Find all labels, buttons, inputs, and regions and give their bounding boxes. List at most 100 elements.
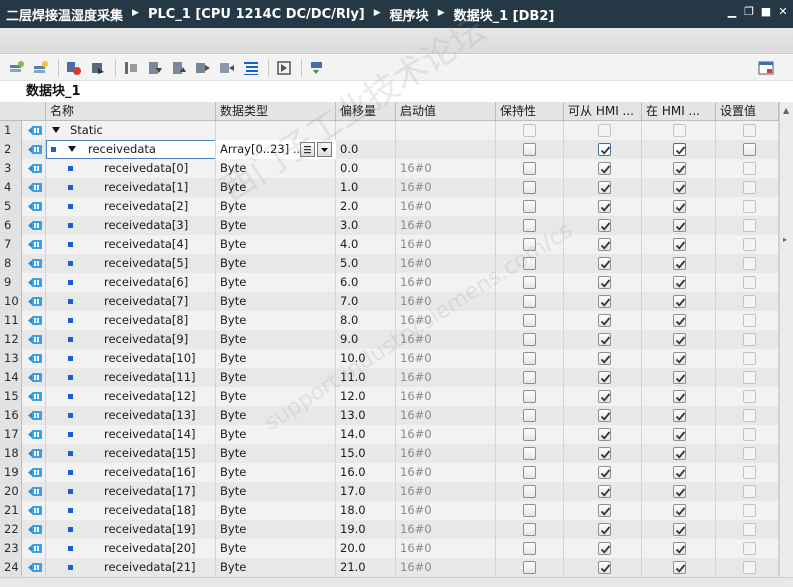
start-value-cell[interactable]: 16#0	[396, 349, 496, 368]
retain-checkbox[interactable]	[523, 276, 536, 289]
setpoint-checkbox[interactable]	[743, 333, 756, 346]
retain-checkbox[interactable]	[523, 124, 536, 137]
scroll-indicator-icon[interactable]: ▸	[783, 235, 787, 244]
start-value-cell[interactable]: 16#0	[396, 463, 496, 482]
setpoint-checkbox[interactable]	[743, 314, 756, 327]
name-cell[interactable]: receivedata[19]	[46, 520, 216, 539]
name-cell[interactable]: receivedata[14]	[46, 425, 216, 444]
retain-checkbox[interactable]	[523, 561, 536, 574]
hmi-visible-checkbox[interactable]	[673, 276, 686, 289]
breadcrumb-plc[interactable]: PLC_1 [CPU 1214C DC/DC/Rly]	[148, 7, 365, 22]
breadcrumb-program-blocks[interactable]: 程序块	[390, 5, 429, 24]
setpoint-checkbox[interactable]	[743, 295, 756, 308]
hmi-visible-checkbox[interactable]	[673, 390, 686, 403]
table-row[interactable]: 16 receivedata[13] Byte 13.0 16#0	[0, 406, 779, 425]
data-type-cell[interactable]: Byte	[216, 197, 336, 216]
hmi-visible-checkbox[interactable]	[673, 124, 686, 137]
table-row[interactable]: 22 receivedata[19] Byte 19.0 16#0	[0, 520, 779, 539]
hmi-visible-checkbox[interactable]	[673, 428, 686, 441]
setpoint-checkbox[interactable]	[743, 409, 756, 422]
retain-checkbox[interactable]	[523, 390, 536, 403]
retain-checkbox[interactable]	[523, 162, 536, 175]
hmi-access-checkbox[interactable]	[598, 523, 611, 536]
retain-checkbox[interactable]	[523, 295, 536, 308]
start-value-cell[interactable]: 16#0	[396, 292, 496, 311]
start-value-cell[interactable]: 16#0	[396, 330, 496, 349]
data-type-cell[interactable]: Byte	[216, 254, 336, 273]
retain-checkbox[interactable]	[523, 504, 536, 517]
hmi-access-checkbox[interactable]	[598, 561, 611, 574]
data-type-cell[interactable]: Byte	[216, 501, 336, 520]
hmi-access-checkbox[interactable]	[598, 257, 611, 270]
table-row[interactable]: 2 receivedata Array[0..23] ... 0.0	[0, 140, 779, 159]
setpoint-checkbox[interactable]	[743, 124, 756, 137]
hmi-access-checkbox[interactable]	[598, 466, 611, 479]
setpoint-checkbox[interactable]	[743, 523, 756, 536]
compile-icon[interactable]	[275, 59, 293, 77]
table-row[interactable]: 23 receivedata[20] Byte 20.0 16#0	[0, 539, 779, 558]
name-cell[interactable]: receivedata[7]	[46, 292, 216, 311]
hmi-access-checkbox[interactable]	[598, 504, 611, 517]
data-type-cell[interactable]: Byte	[216, 311, 336, 330]
minimize-icon[interactable]: ▁	[726, 6, 738, 18]
setpoint-checkbox[interactable]	[743, 200, 756, 213]
name-cell[interactable]: receivedata[2]	[46, 197, 216, 216]
data-type-cell[interactable]: Byte	[216, 406, 336, 425]
data-type-cell[interactable]: Byte	[216, 216, 336, 235]
hmi-visible-checkbox[interactable]	[673, 485, 686, 498]
reset-start-values-icon[interactable]	[170, 59, 188, 77]
hmi-visible-checkbox[interactable]	[673, 181, 686, 194]
hmi-access-checkbox[interactable]	[598, 143, 611, 156]
name-cell[interactable]: receivedata[1]	[46, 178, 216, 197]
name-cell[interactable]: receivedata[4]	[46, 235, 216, 254]
header-setpoint[interactable]: 设置值	[716, 102, 779, 121]
data-type-cell[interactable]: Byte	[216, 368, 336, 387]
name-cell[interactable]: receivedata[17]	[46, 482, 216, 501]
name-cell[interactable]: receivedata[6]	[46, 273, 216, 292]
name-cell[interactable]: receivedata[9]	[46, 330, 216, 349]
start-value-cell[interactable]: 16#0	[396, 254, 496, 273]
data-type-field[interactable]: Array[0..23] ...	[216, 140, 336, 159]
horizontal-scrollbar[interactable]	[0, 577, 793, 587]
start-value-cell[interactable]	[396, 140, 496, 159]
retain-checkbox[interactable]	[523, 219, 536, 232]
start-value-cell[interactable]	[396, 121, 496, 140]
restore-icon[interactable]: ❐	[743, 6, 755, 18]
hmi-access-checkbox[interactable]	[598, 352, 611, 365]
hmi-access-checkbox[interactable]	[598, 447, 611, 460]
retain-checkbox[interactable]	[523, 428, 536, 441]
header-visible-in-hmi[interactable]: 在 HMI ...	[642, 102, 716, 121]
hmi-access-checkbox[interactable]	[598, 219, 611, 232]
data-type-cell[interactable]: Byte	[216, 482, 336, 501]
start-value-cell[interactable]: 16#0	[396, 368, 496, 387]
setpoint-checkbox[interactable]	[743, 466, 756, 479]
start-value-cell[interactable]: 16#0	[396, 311, 496, 330]
table-row[interactable]: 19 receivedata[16] Byte 16.0 16#0	[0, 463, 779, 482]
retain-checkbox[interactable]	[523, 238, 536, 251]
monitor-icon[interactable]	[122, 59, 140, 77]
retain-checkbox[interactable]	[523, 333, 536, 346]
retain-checkbox[interactable]	[523, 447, 536, 460]
setpoint-checkbox[interactable]	[743, 485, 756, 498]
retain-checkbox[interactable]	[523, 485, 536, 498]
setpoint-checkbox[interactable]	[743, 143, 756, 156]
hmi-access-checkbox[interactable]	[598, 314, 611, 327]
name-cell[interactable]: receivedata[21]	[46, 558, 216, 577]
name-cell[interactable]: receivedata[15]	[46, 444, 216, 463]
load-start-values-icon[interactable]	[146, 59, 164, 77]
retain-checkbox[interactable]	[523, 143, 536, 156]
start-value-cell[interactable]: 16#0	[396, 387, 496, 406]
hmi-visible-checkbox[interactable]	[673, 143, 686, 156]
hmi-visible-checkbox[interactable]	[673, 542, 686, 555]
start-value-cell[interactable]: 16#0	[396, 178, 496, 197]
table-row[interactable]: 15 receivedata[12] Byte 12.0 16#0	[0, 387, 779, 406]
hmi-access-checkbox[interactable]	[598, 485, 611, 498]
hmi-visible-checkbox[interactable]	[673, 504, 686, 517]
data-type-cell[interactable]: Byte	[216, 463, 336, 482]
table-row[interactable]: 17 receivedata[14] Byte 14.0 16#0	[0, 425, 779, 444]
table-row[interactable]: 14 receivedata[11] Byte 11.0 16#0	[0, 368, 779, 387]
hmi-visible-checkbox[interactable]	[673, 295, 686, 308]
retain-checkbox[interactable]	[523, 181, 536, 194]
name-cell[interactable]: receivedata[11]	[46, 368, 216, 387]
name-cell[interactable]: Static	[46, 121, 216, 140]
